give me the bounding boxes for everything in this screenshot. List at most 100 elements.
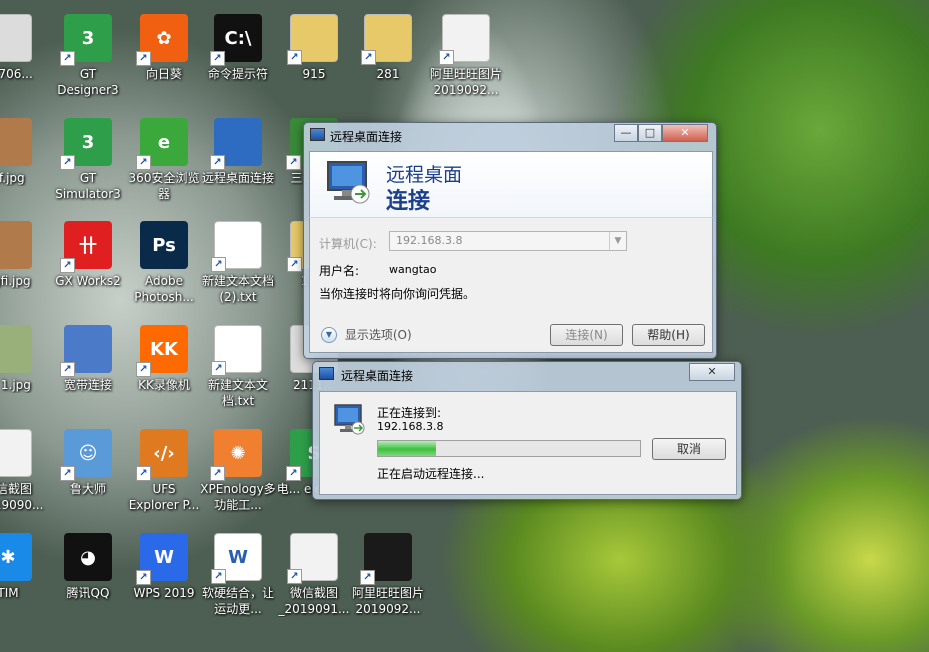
cancel-button[interactable]: 取消 xyxy=(652,438,726,460)
shortcut-arrow-icon: ↗ xyxy=(210,466,225,481)
desktop-icon[interactable]: ✺ ↗ XPEnology多功能工... xyxy=(200,423,276,527)
shortcut-icon: 卄 ↗ xyxy=(60,221,112,273)
computer-combobox[interactable]: 192.168.3.8 ▼ xyxy=(389,231,627,251)
shortcut-arrow-icon: ↗ xyxy=(136,466,151,481)
shortcut-icon: Ps xyxy=(140,221,188,269)
shortcut-icon: ↗ xyxy=(0,221,32,269)
maximize-button[interactable]: □ xyxy=(638,124,662,142)
shortcut-arrow-icon: ↗ xyxy=(287,569,302,584)
shortcut-icon: 3 ↗ xyxy=(60,118,112,170)
rdp-monitor-icon xyxy=(326,160,372,206)
shortcut-icon: ☺ ↗ xyxy=(60,429,112,481)
connecting-address: 192.168.3.8 xyxy=(377,420,444,433)
computer-value: 192.168.3.8 xyxy=(396,234,463,247)
rdp-window-title: 远程桌面连接 xyxy=(330,130,403,144)
shortcut-glyph: ✿ xyxy=(156,27,172,49)
desktop-icon[interactable]: ↗ 题 1.jpg xyxy=(0,319,46,423)
shortcut-icon: ↗ xyxy=(0,325,32,373)
desktop-icon-label: XPEnology多功能工... xyxy=(200,482,276,512)
shortcut-arrow-icon: ↗ xyxy=(286,466,301,481)
shortcut-arrow-icon: ↗ xyxy=(60,155,75,170)
desktop-icon[interactable]: 卄 ↗ GX Works2 xyxy=(50,215,126,319)
desktop-icon-label: GX Works2 xyxy=(55,274,121,288)
shortcut-icon: ↗ xyxy=(439,14,490,65)
chevron-down-icon[interactable]: ▼ xyxy=(609,232,626,250)
desktop-icon[interactable]: C:\ ↗ 命令提示符 xyxy=(200,8,276,112)
show-options-label[interactable]: 显示选项(O) xyxy=(345,328,412,342)
desktop-icon[interactable]: W ↗ WPS 2019 xyxy=(126,527,202,631)
shortcut-arrow-icon: ↗ xyxy=(136,155,151,170)
shortcut-glyph: e xyxy=(157,131,171,153)
desktop-icon-label: 281 xyxy=(376,67,400,81)
desktop-icon-label: KK录像机 xyxy=(138,378,190,392)
desktop-icon[interactable]: ↗ 新建文本文档.txt xyxy=(200,319,276,423)
desktop-icon[interactable]: W ↗ 软硬结合，让运动更... xyxy=(200,527,276,631)
desktop-icon-label: 软硬结合，让运动更... xyxy=(201,586,274,616)
desktop-icon[interactable]: ◕ 腾讯QQ xyxy=(50,527,126,631)
desktop-icon-label: 宽带连接 xyxy=(63,378,112,392)
shortcut-glyph: ✱ xyxy=(0,546,16,568)
desktop-icon[interactable]: ↗ 宽带连接 xyxy=(50,319,126,423)
connect-button[interactable]: 连接(N) xyxy=(550,324,623,346)
shortcut-arrow-icon: ↗ xyxy=(136,570,151,585)
desktop-icon[interactable]: ↗ 微信截图_2019090... xyxy=(0,423,46,527)
desktop-icon[interactable]: Ps Adobe Photosh... xyxy=(126,215,202,319)
desktop-icon-label: 阿里旺旺图片2019092... xyxy=(351,586,424,616)
shortcut-arrow-icon: ↗ xyxy=(211,361,226,376)
desktop-icon-label: 阿里旺旺图片2019092... xyxy=(429,67,502,97)
desktop-icon-label: 微信截图_2019090... xyxy=(0,482,44,512)
desktop-icon[interactable]: ✱↗ TIM xyxy=(0,527,46,631)
desktop-icon[interactable]: ‹/› ↗ UFS Explorer P... xyxy=(126,423,202,527)
shortcut-arrow-icon: ↗ xyxy=(286,155,301,170)
shortcut-arrow-icon: ↗ xyxy=(60,466,75,481)
shortcut-glyph: Ps xyxy=(152,234,176,256)
shortcut-icon: ‹/› ↗ xyxy=(136,429,188,481)
shortcut-arrow-icon: ↗ xyxy=(210,51,225,66)
desktop-icon[interactable]: ↗ 17706... xyxy=(0,8,46,112)
desktop-icon[interactable]: KK ↗ KK录像机 xyxy=(126,319,202,423)
desktop-icon[interactable]: ↗ 阿里旺旺图片2019092... xyxy=(428,8,504,112)
shortcut-icon: e ↗ xyxy=(136,118,188,170)
username-label: 用户名: xyxy=(319,264,360,278)
desktop-icon[interactable]: 3 ↗ GT Designer3 xyxy=(50,8,126,112)
desktop-icon-label: 新建文本文档 (2).txt xyxy=(201,274,274,304)
desktop-icon[interactable]: ↗ 281 xyxy=(350,8,426,112)
shortcut-arrow-icon: ↗ xyxy=(360,570,375,585)
shortcut-icon: ↗ xyxy=(60,325,112,377)
rdp-titlebar[interactable]: 远程桌面连接 — □ ✕ xyxy=(304,123,716,147)
show-options-toggle[interactable]: ▼ 显示选项(O) xyxy=(321,326,412,344)
shortcut-icon: ↗ xyxy=(0,429,32,477)
desktop-icon[interactable]: ↗ 远程桌面连接 xyxy=(200,112,276,216)
shortcut-arrow-icon: ↗ xyxy=(287,50,302,65)
shortcut-arrow-icon: ↗ xyxy=(60,258,75,273)
desktop-icon[interactable]: ☺ ↗ 鲁大师 xyxy=(50,423,126,527)
help-button[interactable]: 帮助(H) xyxy=(632,324,705,346)
progress-close-button[interactable]: ✕ xyxy=(689,363,735,381)
desktop-icon[interactable]: gf.jpg xyxy=(0,112,46,216)
shortcut-icon: ↗ xyxy=(287,533,338,584)
desktop-icon-label: 915 xyxy=(302,67,326,81)
shortcut-arrow-icon: ↗ xyxy=(60,51,75,66)
desktop-icon[interactable]: ↗ ggfi.jpg xyxy=(0,215,46,319)
shortcut-arrow-icon: ↗ xyxy=(439,50,454,65)
desktop-icon-label: 向日葵 xyxy=(145,67,182,81)
rdp-window: 远程桌面连接 — □ ✕ 远程桌面 连接 计算机(C): 192.168.3.8… xyxy=(303,122,717,359)
shortcut-glyph: 3 xyxy=(81,27,95,49)
minimize-button[interactable]: — xyxy=(614,124,638,142)
shortcut-glyph: ☺ xyxy=(78,442,98,464)
desktop-icon[interactable]: 3 ↗ GT Simulator3 xyxy=(50,112,126,216)
desktop-icon[interactable]: ↗ 新建文本文档 (2).txt xyxy=(200,215,276,319)
desktop-icon[interactable]: ✿ ↗ 向日葵 xyxy=(126,8,202,112)
shortcut-arrow-icon: ↗ xyxy=(287,257,302,272)
shortcut-glyph: 卄 xyxy=(79,236,97,257)
desktop-icon[interactable]: ↗ 微信截图_2019091... xyxy=(276,527,352,631)
shortcut-glyph: W xyxy=(228,546,248,568)
progress-titlebar[interactable]: 远程桌面连接 ✕ xyxy=(313,362,741,386)
desktop-icon[interactable]: ↗ 阿里旺旺图片2019092... xyxy=(350,527,426,631)
desktop-icon-label: Adobe Photosh... xyxy=(134,274,194,304)
close-button[interactable]: ✕ xyxy=(662,124,708,142)
desktop-icon-label: TIM xyxy=(0,586,19,600)
desktop-icon[interactable]: ↗ 915 xyxy=(276,8,352,112)
desktop-icon[interactable]: e ↗ 360安全浏览器 xyxy=(126,112,202,216)
shortcut-icon: C:\ ↗ xyxy=(210,14,262,66)
